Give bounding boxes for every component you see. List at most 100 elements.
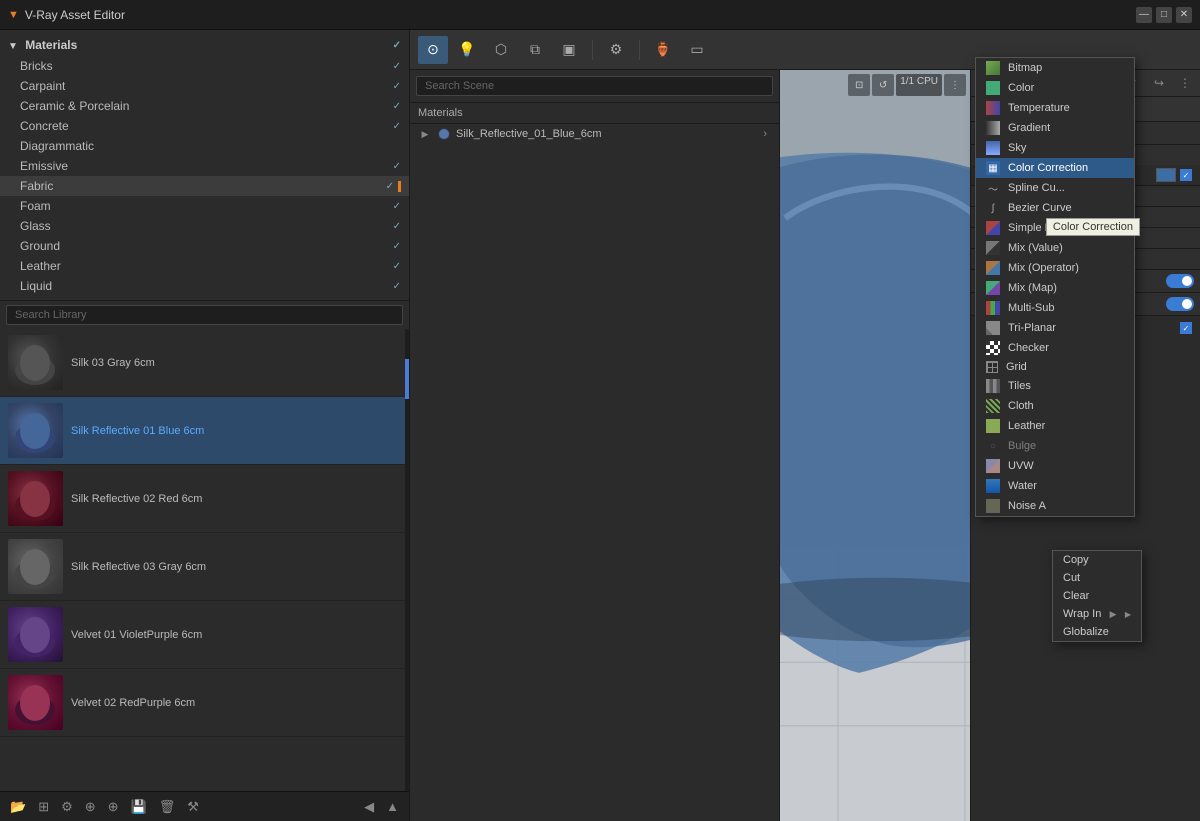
scene-material-item[interactable]: ▶ Silk_Reflective_01_Blue_6cm › <box>410 124 779 144</box>
submenu-clear[interactable]: Clear <box>1053 587 1141 605</box>
menu-item-bulge[interactable]: ○ Bulge <box>976 436 1134 456</box>
add-icon[interactable]: ⊕ <box>83 797 98 817</box>
save-icon[interactable]: 💾 <box>129 797 149 817</box>
menu-item-checker[interactable]: Checker <box>976 338 1134 358</box>
asset-silk-red[interactable]: Silk Reflective 02 Red 6cm <box>0 465 409 533</box>
scene-search-input[interactable] <box>416 76 773 96</box>
props-more-btn[interactable]: ⋮ <box>1174 72 1196 94</box>
menu-item-tri-planar[interactable]: Tri-Planar <box>976 318 1134 338</box>
asset-silk03[interactable]: Silk 03 Gray 6cm <box>0 329 409 397</box>
menu-item-gradient[interactable]: Gradient <box>976 118 1134 138</box>
menu-item-bitmap[interactable]: Bitmap <box>976 58 1134 78</box>
toolbar-materials-btn[interactable]: 🏺 <box>648 36 678 64</box>
menu-item-color-correction[interactable]: ▦ Color Correction <box>976 158 1134 178</box>
sidebar-item-ground[interactable]: Ground ✓ <box>0 236 409 256</box>
sidebar-item-emissive[interactable]: Emissive ✓ <box>0 156 409 176</box>
title-bar-controls[interactable]: — □ ✕ <box>1136 7 1192 23</box>
sidebar-item-carpaint[interactable]: Carpaint ✓ <box>0 76 409 96</box>
toolbar-light-btn[interactable]: 💡 <box>452 36 482 64</box>
menu-item-leather[interactable]: Leather <box>976 416 1134 436</box>
sidebar-item-fabric[interactable]: Fabric ✓ <box>0 176 409 196</box>
menu-item-spline[interactable]: 〜 Spline Cu... <box>976 178 1134 198</box>
toolbar-sep1 <box>592 40 593 60</box>
sidebar-item-leather[interactable]: Leather ✓ <box>0 256 409 276</box>
minimize-button[interactable]: — <box>1136 7 1152 23</box>
asset-velvet-purple[interactable]: Velvet 01 VioletPurple 6cm <box>0 601 409 669</box>
menu-item-noise-a[interactable]: Noise A <box>976 496 1134 516</box>
menu-item-grid[interactable]: Grid <box>976 358 1134 376</box>
scene-nav-arrow[interactable]: › <box>759 128 771 140</box>
submenu-cut[interactable]: Cut <box>1053 569 1141 587</box>
menu-item-cloth[interactable]: Cloth <box>976 396 1134 416</box>
ceramic-check: ✓ <box>393 101 401 112</box>
menu-item-mix-value[interactable]: Mix (Value) <box>976 238 1134 258</box>
nav-next-icon[interactable]: ▲ <box>384 797 401 817</box>
maximize-button[interactable]: □ <box>1156 7 1172 23</box>
asset-silk-blue[interactable]: Silk Reflective 01 Blue 6cm <box>0 397 409 465</box>
menu-item-sky[interactable]: Sky <box>976 138 1134 158</box>
sidebar-bottom-toolbar: 📂 ⊞ ⚙ ⊕ ⊕ 💾 🗑 ⚒ ◀ ▲ <box>0 791 409 821</box>
submenu-arrow-icon: ▶ <box>1110 609 1117 620</box>
open-folder-icon[interactable]: 📂 <box>8 797 28 817</box>
noise-icon <box>986 499 1000 513</box>
props-tool3-btn[interactable]: ↪ <box>1148 72 1170 94</box>
submenu-copy[interactable]: Copy <box>1053 551 1141 569</box>
toolbar-layers-btn[interactable]: ⧉ <box>520 36 550 64</box>
diffuse-color-swatch[interactable] <box>1156 168 1176 182</box>
menu-item-temperature[interactable]: Temperature <box>976 98 1134 118</box>
toolbar-settings-btn[interactable]: ⚙ <box>601 36 631 64</box>
toolbar-cube-btn[interactable]: ⬡ <box>486 36 516 64</box>
checker-icon <box>986 341 1000 355</box>
viewport-refresh-btn[interactable]: ↺ <box>872 74 894 96</box>
bulge-icon: ○ <box>986 439 1000 453</box>
asset-silk-gray[interactable]: Silk Reflective 03 Gray 6cm <box>0 533 409 601</box>
materials-header[interactable]: ▼ Materials ✓ <box>0 34 409 56</box>
nav-prev-icon[interactable]: ◀ <box>362 797 376 817</box>
sidebar-item-diagrammatic[interactable]: Diagrammatic <box>0 136 409 156</box>
asset-list-scrollthumb[interactable] <box>405 359 409 399</box>
asset-silk03-thumb <box>8 335 63 390</box>
grid-icon <box>986 361 998 373</box>
delete-icon[interactable]: 🗑 <box>157 797 178 817</box>
bump-toggle[interactable] <box>1166 274 1194 288</box>
menu-item-bezier[interactable]: ∫ Bezier Curve <box>976 198 1134 218</box>
viewport-fit-btn[interactable]: ⊡ <box>848 74 870 96</box>
liquid-label: Liquid <box>20 279 52 293</box>
close-button[interactable]: ✕ <box>1176 7 1192 23</box>
menu-item-multi-sub[interactable]: Multi-Sub <box>976 298 1134 318</box>
sidebar-item-bricks[interactable]: Bricks ✓ <box>0 56 409 76</box>
settings-icon[interactable]: ⚙ <box>59 797 75 817</box>
menu-item-tiles[interactable]: Tiles <box>976 376 1134 396</box>
sidebar-item-ceramic[interactable]: Ceramic & Porcelain ✓ <box>0 96 409 116</box>
diffuse-color-checkbox[interactable]: ✓ <box>1180 169 1192 181</box>
tools-icon[interactable]: ⚒ <box>185 797 201 817</box>
menu-item-color[interactable]: Color <box>976 78 1134 98</box>
asset-list-scrolltrack[interactable] <box>405 329 409 791</box>
toolbar-sep2 <box>639 40 640 60</box>
override-checkbox[interactable]: ✓ <box>1180 322 1192 334</box>
menu-color-label: Color <box>1008 82 1034 94</box>
viewport-more-btn[interactable]: ⋮ <box>944 74 966 96</box>
menu-item-mix-map[interactable]: Mix (Map) <box>976 278 1134 298</box>
scene-materials-label: Materials <box>418 107 463 119</box>
submenu-globalize[interactable]: Globalize <box>1053 623 1141 641</box>
bitmap-icon <box>986 61 1000 75</box>
sidebar-item-liquid[interactable]: Liquid ✓ <box>0 276 409 296</box>
submenu-wrap-in[interactable]: Wrap In ▶ <box>1053 605 1141 623</box>
toolbar-plane-btn[interactable]: ▣ <box>554 36 584 64</box>
toolbar-render-btn[interactable]: ▭ <box>682 36 712 64</box>
toolbar-sphere-btn[interactable]: ⊙ <box>418 36 448 64</box>
menu-item-uvw[interactable]: UVW <box>976 456 1134 476</box>
grid-view-icon[interactable]: ⊞ <box>36 797 51 817</box>
binding-toggle[interactable] <box>1166 297 1194 311</box>
sidebar-item-foam[interactable]: Foam ✓ <box>0 196 409 216</box>
water-icon <box>986 479 1000 493</box>
add2-icon[interactable]: ⊕ <box>106 797 121 817</box>
sidebar-item-glass[interactable]: Glass ✓ <box>0 216 409 236</box>
menu-item-simple-mix[interactable]: Simple Mix <box>976 218 1134 238</box>
sidebar-item-concrete[interactable]: Concrete ✓ <box>0 116 409 136</box>
asset-velvet-red[interactable]: Velvet 02 RedPurple 6cm <box>0 669 409 737</box>
menu-item-water[interactable]: Water <box>976 476 1134 496</box>
menu-item-mix-operator[interactable]: Mix (Operator) <box>976 258 1134 278</box>
library-search-input[interactable] <box>6 305 403 325</box>
